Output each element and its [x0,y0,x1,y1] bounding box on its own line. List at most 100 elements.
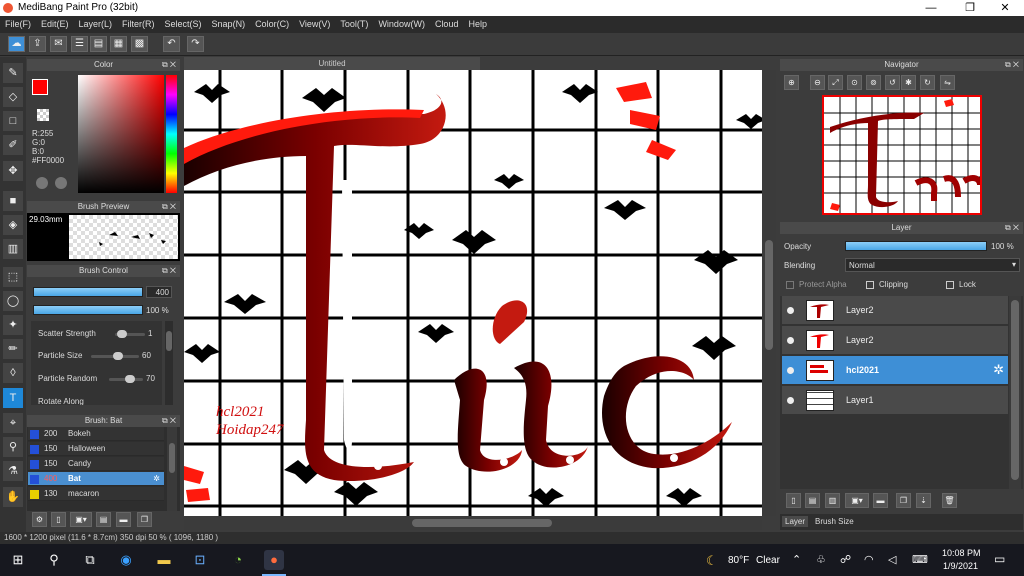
bucket-tool-icon[interactable]: ◈ [3,215,23,235]
panel-float-icon[interactable]: ⧉ ✕ [162,59,176,71]
brush-item[interactable]: 150 Candy [28,457,164,471]
hand-tool-icon[interactable]: ✋ [3,487,23,507]
drawing-canvas[interactable]: hcl2021 Hoidap247 [184,70,762,516]
menu-tool[interactable]: Tool(T) [335,16,373,33]
saturation-value-picker[interactable] [78,75,164,193]
maximize-button[interactable]: ❐ [953,0,987,16]
particle-random-knob[interactable] [125,375,135,383]
pen-tool-icon[interactable]: ✐ [3,135,23,155]
close-button[interactable]: ✕ [988,0,1022,16]
actual-size-icon[interactable]: ⊙ [847,75,862,90]
hue-slider[interactable] [166,75,177,193]
tray-app-icon[interactable]: ☍ [840,553,851,566]
notification-icon[interactable]: ▭ [994,552,1005,566]
select-rect-icon[interactable]: ⬚ [3,267,23,287]
menu-file[interactable]: File(F) [0,16,36,33]
zoom-out-icon[interactable]: ⊖ [810,75,825,90]
layer-row[interactable]: Layer2 [782,326,1008,355]
new-color-layer-icon[interactable]: ▤ [805,493,820,508]
volume-icon[interactable]: ◁ [888,553,896,566]
palette-icon[interactable] [36,177,48,189]
navigator-thumbnail[interactable] [822,95,983,215]
eraser-tool-icon[interactable]: ◇ [3,87,23,107]
protect-alpha-checkbox[interactable] [786,281,794,289]
redo-icon[interactable]: ↷ [187,36,204,52]
clipping-checkbox[interactable] [866,281,874,289]
menu-edit[interactable]: Edit(E) [36,16,74,33]
scroll-thumb[interactable] [412,519,552,527]
cloud-icon[interactable]: ☁ [8,36,25,52]
tray-chevron-icon[interactable]: ⌃ [792,553,801,566]
delete-layer-icon[interactable]: 🗑 [942,493,957,508]
menu-cloud[interactable]: Cloud [430,16,464,33]
comment-icon[interactable]: ✉ [50,36,67,52]
new-layer-icon[interactable]: ▯ [786,493,801,508]
eyedropper-icon[interactable]: ⚗ [3,461,23,481]
menu-view[interactable]: View(V) [294,16,335,33]
select-eraser-icon[interactable]: ◊ [3,363,23,383]
scroll-thumb[interactable] [765,240,773,350]
visibility-eye-icon[interactable] [787,307,794,314]
visibility-eye-icon[interactable] [787,367,794,374]
visibility-eye-icon[interactable] [787,397,794,404]
brush-params-scrollbar[interactable] [165,321,173,405]
brush-size-slider[interactable] [33,287,143,297]
visibility-eye-icon[interactable] [787,337,794,344]
layer-folder-icon[interactable]: ▬ [873,493,888,508]
edge-browser-icon[interactable]: ◉ [116,550,136,570]
layer-row[interactable]: Layer1 [782,386,1008,415]
pages-icon[interactable]: ▦ [110,36,127,52]
page-icon[interactable]: ▤ [90,36,107,52]
secondary-color-swatch[interactable] [37,109,49,121]
zoom-in-icon[interactable]: ⊕ [784,75,799,90]
brush-item[interactable]: 130 macaron [28,487,164,501]
panel-float-icon[interactable]: ⧉ ✕ [1005,222,1019,234]
brush-tool-icon[interactable]: ✎ [3,63,23,83]
new-brush-icon[interactable]: ▯ [51,512,66,527]
brush-opacity-slider[interactable] [33,305,143,315]
menu-select[interactable]: Select(S) [160,16,207,33]
app-icon-green[interactable]: ◔ [228,550,248,570]
brush-item[interactable]: 150 Halloween [28,442,164,456]
menu-window[interactable]: Window(W) [373,16,430,33]
medibang-taskbar-icon[interactable]: ● [264,550,284,570]
clock-date[interactable]: 1/9/2021 [943,561,978,571]
zoom-reset-icon[interactable]: ⊚ [866,75,881,90]
brush-duplicate-icon[interactable]: ❐ [137,512,152,527]
rotate-right-icon[interactable]: ↻ [920,75,935,90]
menu-snap[interactable]: Snap(N) [207,16,251,33]
scroll-thumb[interactable] [169,443,175,473]
chat-icon[interactable]: ☰ [71,36,88,52]
task-view-icon[interactable]: ⧉ [80,550,100,570]
add-brush-icon[interactable]: ⚙ [32,512,47,527]
windows-start-icon[interactable]: ⊞ [8,550,28,570]
lock-checkbox[interactable] [946,281,954,289]
tray-people-icon[interactable]: ♧ [816,553,826,566]
brush-item-selected[interactable]: 400 Bat ✲ [28,472,164,486]
canvas-vertical-scrollbar[interactable] [762,70,776,516]
scroll-thumb[interactable] [1011,300,1019,480]
minimize-button[interactable]: — [914,0,948,16]
menu-color[interactable]: Color(C) [250,16,294,33]
rotate-left-icon[interactable]: ↺ [885,75,900,90]
dropper-tool-icon[interactable]: ⚲ [3,437,23,457]
brush-settings-gear-icon[interactable]: ✲ [153,472,160,486]
store-icon[interactable]: ⊡ [190,550,210,570]
layer-opacity-slider[interactable] [845,241,987,251]
color-mode-icon[interactable] [55,177,67,189]
fill-rect-tool-icon[interactable]: ■ [3,191,23,211]
file-explorer-icon[interactable]: ▬ [154,550,174,570]
scatter-strength-knob[interactable] [117,330,127,338]
text-tool-icon[interactable]: T [3,388,23,408]
lasso-icon[interactable]: ◯ [3,291,23,311]
menu-help[interactable]: Help [463,16,492,33]
menu-layer[interactable]: Layer(L) [74,16,118,33]
tab-layer[interactable]: Layer [782,516,809,527]
particle-size-knob[interactable] [113,352,123,360]
magic-wand-icon[interactable]: ✦ [3,315,23,335]
gradient-tool-icon[interactable]: ▥ [3,239,23,259]
add-layer-menu-icon[interactable]: ▣▾ [845,493,869,508]
language-icon[interactable]: ⌨ [912,553,928,566]
new-halftone-layer-icon[interactable]: ▥ [825,493,840,508]
brush-copy-icon[interactable]: ▤ [96,512,111,527]
